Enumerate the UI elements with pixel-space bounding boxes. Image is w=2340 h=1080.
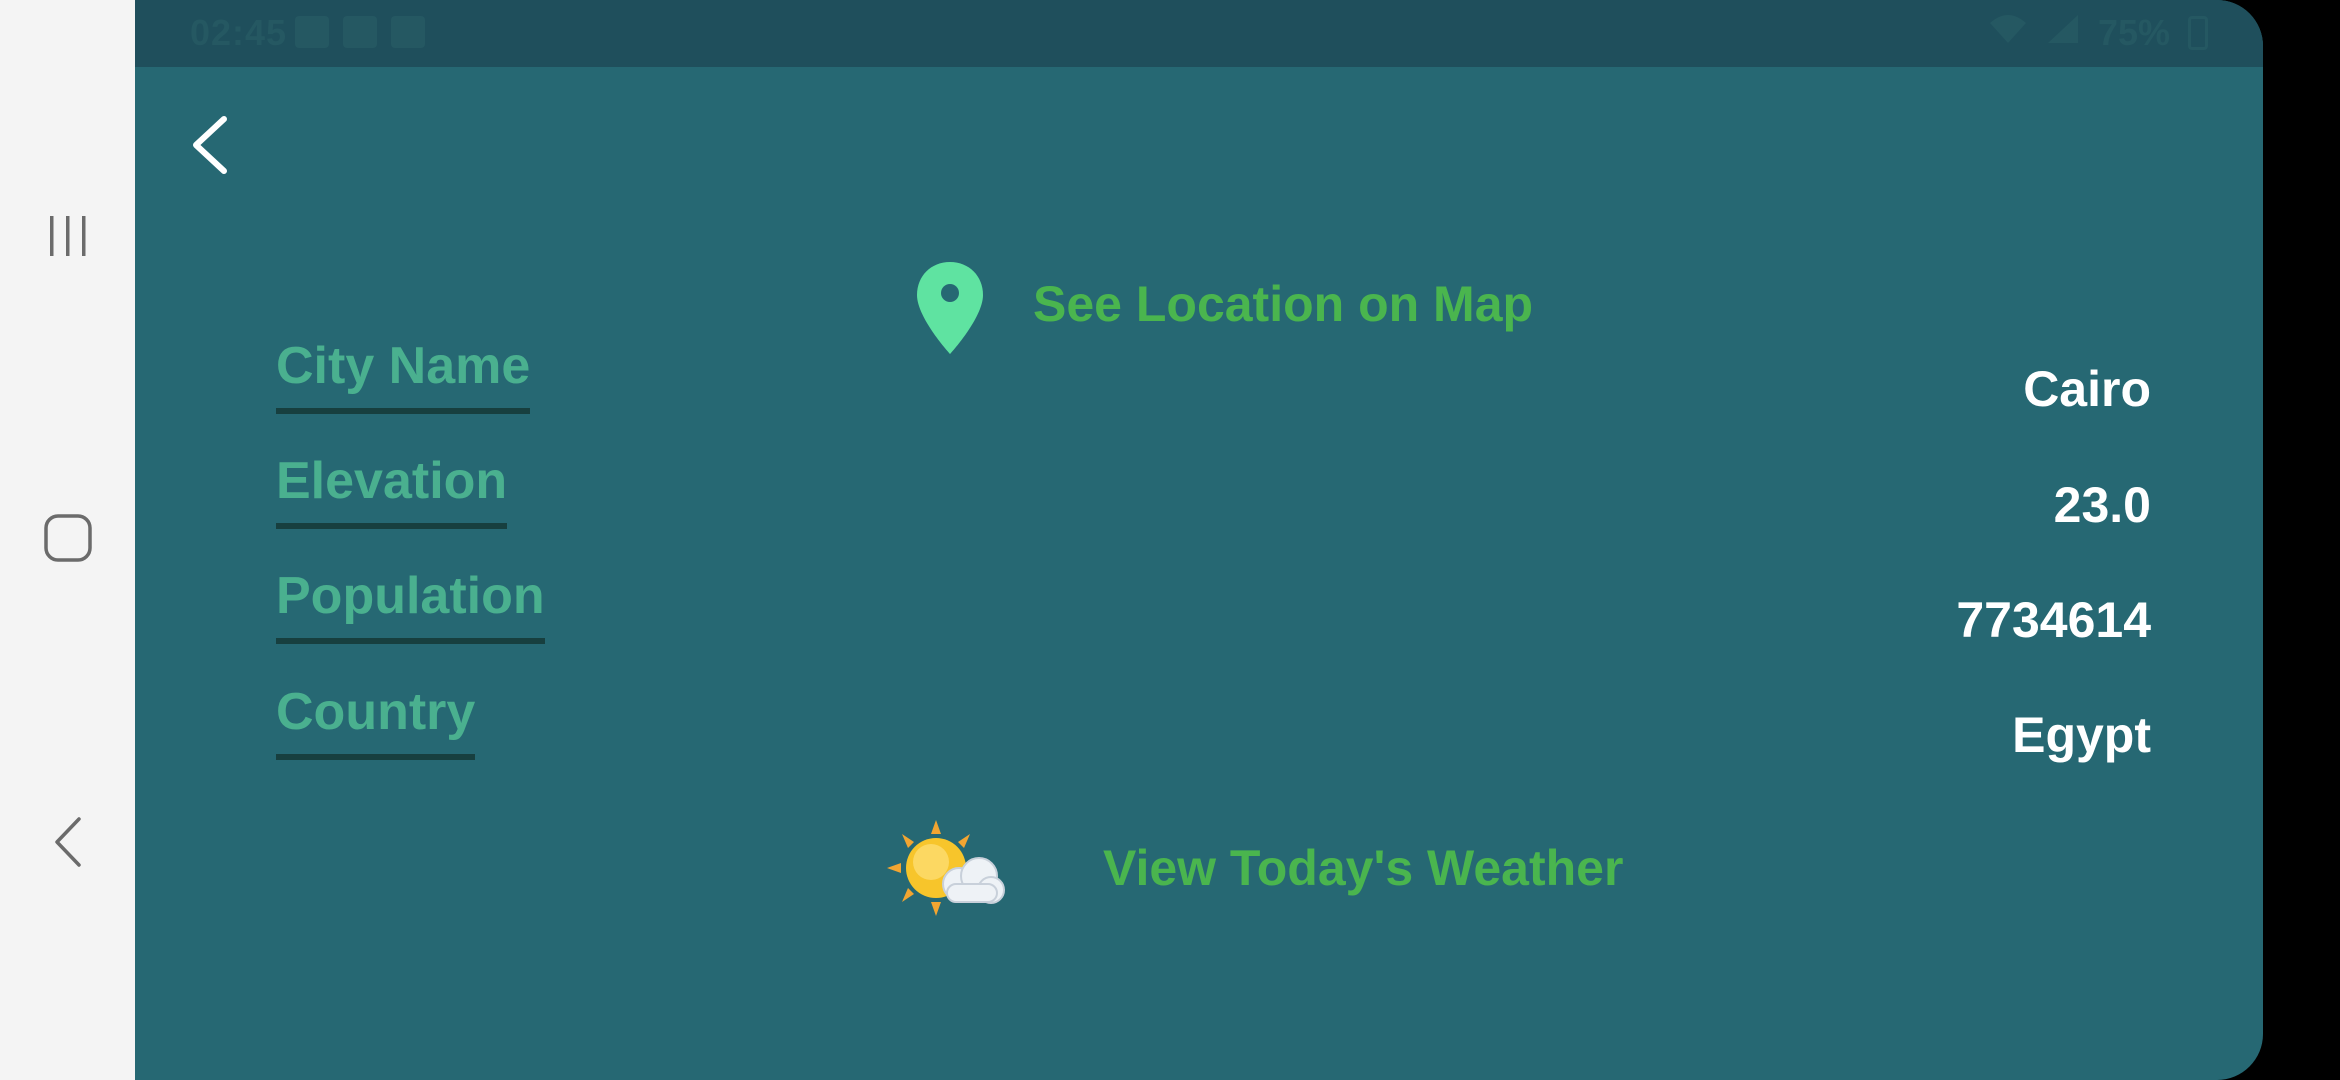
view-todays-weather-link[interactable]: View Today's Weather bbox=[887, 818, 1623, 918]
back-icon bbox=[53, 816, 83, 873]
home-icon bbox=[43, 513, 93, 568]
status-right: 75% bbox=[1988, 12, 2208, 54]
see-location-on-map-label: See Location on Map bbox=[1033, 276, 1534, 332]
recents-icon bbox=[46, 212, 90, 265]
signal-icon bbox=[2046, 12, 2080, 54]
city-name-value: Cairo bbox=[2023, 361, 2151, 417]
battery-icon bbox=[2188, 16, 2208, 50]
recents-button[interactable] bbox=[38, 208, 98, 268]
status-time: 02:45 bbox=[190, 12, 288, 53]
back-button[interactable] bbox=[175, 112, 245, 182]
sun-behind-cloud-icon bbox=[887, 818, 1005, 918]
status-bar: 02:45 75% bbox=[135, 0, 2263, 67]
city-name-label: City Name bbox=[276, 340, 531, 414]
home-button[interactable] bbox=[38, 510, 98, 570]
system-back-button[interactable] bbox=[38, 814, 98, 874]
map-pin-icon bbox=[915, 260, 985, 356]
wifi-icon bbox=[1988, 12, 2028, 54]
country-label: Country bbox=[276, 686, 476, 760]
battery-percent: 75% bbox=[2097, 12, 2170, 53]
video-call-icon bbox=[295, 16, 329, 48]
chevron-left-icon bbox=[188, 114, 232, 181]
see-location-on-map-link[interactable]: See Location on Map bbox=[915, 260, 1533, 356]
screen: 02:45 75% See Location on Map City Name … bbox=[0, 0, 2340, 1080]
city-details-screen: 02:45 75% See Location on Map City Name … bbox=[135, 0, 2263, 1080]
notification-icons bbox=[295, 16, 425, 48]
country-value: Egypt bbox=[2012, 707, 2151, 763]
view-todays-weather-label: View Today's Weather bbox=[1103, 840, 1624, 896]
population-label: Population bbox=[276, 570, 545, 644]
elevation-label: Elevation bbox=[276, 455, 508, 529]
population-value: 7734614 bbox=[1956, 592, 2151, 648]
elevation-value: 23.0 bbox=[2053, 477, 2151, 533]
task-check-icon bbox=[391, 16, 425, 48]
gallery-icon bbox=[343, 16, 377, 48]
system-navigation-bar bbox=[0, 0, 135, 1080]
